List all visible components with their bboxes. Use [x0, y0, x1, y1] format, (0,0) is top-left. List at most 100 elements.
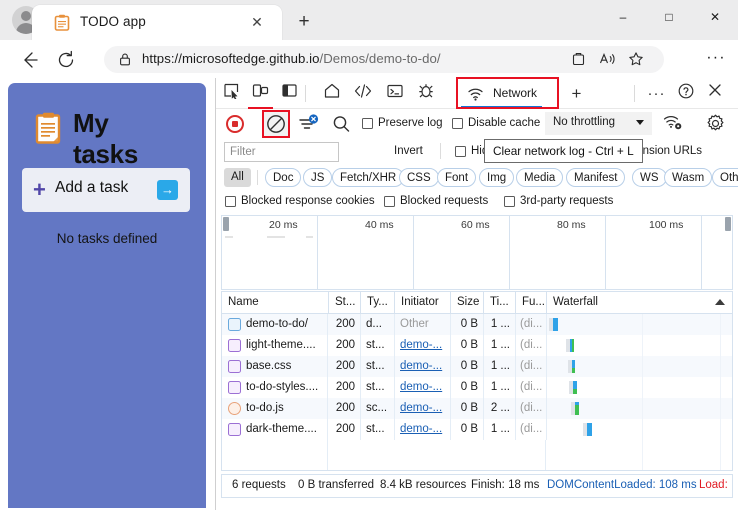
disable-cache-label[interactable]: Disable cache	[468, 117, 540, 129]
type-filter-js[interactable]: JS	[303, 168, 333, 187]
device-emulation-icon[interactable]	[248, 82, 273, 105]
table-row[interactable]: light-theme.... 200 st... demo-... 0 B 1…	[222, 335, 732, 356]
sort-ascending-icon[interactable]	[715, 299, 725, 305]
address-bar[interactable]: https://microsoftedge.github.io/Demos/de…	[104, 46, 664, 73]
console-icon[interactable]	[382, 82, 407, 105]
code-icon[interactable]	[350, 82, 375, 105]
filter-placeholder: Filter	[230, 146, 256, 158]
lock-icon[interactable]	[118, 52, 132, 67]
type-filter-ws[interactable]: WS	[632, 168, 667, 187]
invert-label[interactable]: Invert	[394, 145, 423, 157]
hide-data-urls-checkbox[interactable]	[455, 146, 466, 157]
third-party-requests-label[interactable]: 3rd-party requests	[520, 195, 613, 207]
network-overview-timeline[interactable]: 20 ms 40 ms 60 ms 80 ms 100 ms	[221, 215, 733, 290]
column-header-status[interactable]: St...	[329, 292, 361, 313]
maximize-icon[interactable]: □	[646, 0, 692, 34]
type-filter-doc[interactable]: Doc	[265, 168, 302, 187]
blocked-response-cookies-checkbox[interactable]	[225, 196, 236, 207]
record-icon[interactable]	[226, 115, 244, 133]
page-viewport: My tasks + Add a task → No tasks defined	[0, 78, 215, 510]
browser-tab-todo-app[interactable]: TODO app ✕	[32, 5, 282, 40]
type-filter-wasm[interactable]: Wasm	[664, 168, 713, 187]
network-conditions-icon[interactable]	[660, 113, 685, 136]
column-header-size[interactable]: Size	[451, 292, 484, 313]
new-tab-button[interactable]: +	[290, 9, 318, 35]
blocked-requests-label[interactable]: Blocked requests	[400, 195, 488, 207]
network-requests-table[interactable]: Name St... Ty... Initiator Size Ti... Fu…	[221, 291, 733, 471]
table-row[interactable]: base.css 200 st... demo-... 0 B 1 ... (d…	[222, 356, 732, 377]
type-filter-media[interactable]: Media	[516, 168, 564, 187]
table-row[interactable]: dark-theme.... 200 st... demo-... 0 B 1 …	[222, 419, 732, 440]
column-header-time[interactable]: Ti...	[484, 292, 516, 313]
request-status: 200	[329, 377, 361, 398]
devtools-more-icon[interactable]: ···	[644, 82, 669, 105]
help-icon[interactable]	[673, 82, 698, 105]
disable-cache-checkbox[interactable]	[452, 118, 463, 129]
filter-icon[interactable]	[296, 113, 320, 135]
waterfall-download-bar	[587, 423, 592, 436]
type-filter-other[interactable]: Other	[712, 168, 738, 187]
overview-request-mark	[267, 236, 285, 238]
type-filter-all[interactable]: All	[224, 168, 251, 187]
window-close-icon[interactable]: ✕	[692, 0, 738, 34]
debug-icon[interactable]	[413, 82, 438, 105]
preserve-log-checkbox[interactable]	[362, 118, 373, 129]
table-row[interactable]: demo-to-do/ 200 d... Other 0 B 1 ... (di…	[222, 314, 732, 335]
blocked-requests-checkbox[interactable]	[384, 196, 395, 207]
request-name: to-do.js	[246, 402, 284, 414]
browser-more-icon[interactable]: ···	[704, 49, 728, 71]
request-name: to-do-styles....	[246, 381, 319, 393]
back-icon[interactable]	[17, 48, 41, 72]
type-filter-css[interactable]: CSS	[399, 168, 439, 187]
type-filter-manifest[interactable]: Manifest	[566, 168, 626, 187]
table-row[interactable]: to-do.js 200 sc... demo-... 0 B 2 ... (d…	[222, 398, 732, 419]
submit-arrow-icon[interactable]: →	[157, 180, 178, 200]
request-initiator[interactable]: demo-...	[395, 377, 451, 398]
type-filter-fetch-xhr[interactable]: Fetch/XHR	[332, 168, 405, 187]
filter-input[interactable]: Filter	[224, 142, 339, 162]
inspect-element-icon[interactable]	[219, 82, 244, 105]
column-header-initiator[interactable]: Initiator	[395, 292, 451, 313]
column-header-waterfall[interactable]: Waterfall	[547, 292, 732, 313]
request-status: 200	[329, 419, 361, 440]
minimize-icon[interactable]: –	[600, 0, 646, 34]
request-type: st...	[361, 335, 395, 356]
type-filter-font[interactable]: Font	[437, 168, 477, 187]
table-row[interactable]: to-do-styles.... 200 st... demo-... 0 B …	[222, 377, 732, 398]
overview-handle-right[interactable]	[725, 217, 731, 231]
summary-resources: 8.4 kB resources	[380, 479, 467, 491]
request-initiator[interactable]: demo-...	[395, 335, 451, 356]
third-party-requests-checkbox[interactable]	[504, 196, 515, 207]
throttling-select[interactable]: No throttling	[545, 112, 652, 135]
type-filter-img[interactable]: Img	[479, 168, 515, 187]
avatar-head	[21, 11, 31, 21]
preserve-log-label[interactable]: Preserve log	[378, 117, 443, 129]
column-header-name[interactable]: Name	[222, 292, 329, 313]
star-icon[interactable]	[626, 51, 646, 69]
add-task-input[interactable]: + Add a task →	[22, 168, 190, 212]
request-fulfilled: (di...	[516, 419, 547, 440]
clear-network-log-button[interactable]	[264, 112, 288, 136]
read-aloud-icon[interactable]	[597, 51, 617, 69]
column-header-type[interactable]: Ty...	[361, 292, 395, 313]
request-initiator[interactable]: demo-...	[395, 356, 451, 377]
add-panel-button[interactable]: +	[564, 82, 589, 105]
reload-icon[interactable]	[54, 48, 78, 72]
request-type: st...	[361, 356, 395, 377]
collections-icon[interactable]	[568, 51, 588, 69]
blocked-response-cookies-label[interactable]: Blocked response cookies	[241, 195, 375, 207]
request-time: 2 ...	[484, 398, 516, 419]
request-initiator[interactable]: demo-...	[395, 419, 451, 440]
request-size: 0 B	[451, 314, 484, 335]
column-header-full[interactable]: Fu...	[516, 292, 547, 313]
row-divider	[327, 356, 328, 377]
settings-gear-icon[interactable]	[703, 113, 728, 136]
tab-network[interactable]: Network	[459, 80, 544, 108]
close-icon[interactable]: ✕	[248, 13, 266, 31]
home-icon[interactable]	[319, 82, 344, 105]
request-type: st...	[361, 419, 395, 440]
request-initiator[interactable]: demo-...	[395, 398, 451, 419]
dock-side-icon[interactable]	[277, 82, 302, 105]
search-icon[interactable]	[330, 113, 352, 135]
devtools-close-icon[interactable]	[702, 82, 727, 105]
